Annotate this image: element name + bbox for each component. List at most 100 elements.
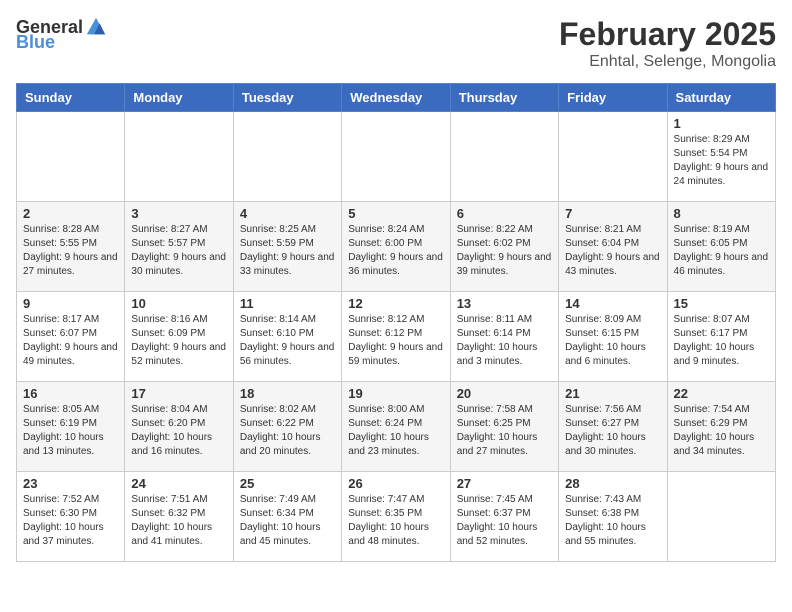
day-number: 23 [23, 476, 118, 491]
day-info: Sunrise: 8:05 AM Sunset: 6:19 PM Dayligh… [23, 403, 118, 459]
calendar-table: SundayMondayTuesdayWednesdayThursdayFrid… [16, 83, 776, 562]
day-number: 2 [23, 206, 118, 221]
calendar-day-cell: 8Sunrise: 8:19 AM Sunset: 6:05 PM Daylig… [667, 202, 775, 292]
day-number: 6 [457, 206, 552, 221]
calendar-day-cell: 20 Sunrise: 7:58 AM Sunset: 6:25 PM Dayli… [450, 382, 558, 472]
calendar-day-cell: 7 Sunrise: 8:21 AM Sunset: 6:04 PM Daylig… [559, 202, 667, 292]
calendar-day-header: Saturday [667, 84, 775, 112]
day-number: 19 [348, 386, 443, 401]
day-info: Sunrise: 8:19 AM Sunset: 6:05 PM Dayligh… [674, 223, 769, 279]
day-info: Sunrise: 8:21 AM Sunset: 6:04 PM Dayligh… [565, 223, 660, 279]
day-number: 14 [565, 296, 660, 311]
day-info: Sunrise: 8:07 AM Sunset: 6:17 PM Dayligh… [674, 313, 769, 369]
day-number: 1 [674, 116, 769, 131]
day-info: Sunrise: 7:54 AM Sunset: 6:29 PM Dayligh… [674, 403, 769, 459]
page-header: General Blue February 2025 Enhtal, Selen… [16, 16, 776, 71]
day-info: Sunrise: 7:51 AM Sunset: 6:32 PM Dayligh… [131, 493, 226, 549]
calendar-day-cell: 15 Sunrise: 8:07 AM Sunset: 6:17 PM Dayli… [667, 292, 775, 382]
calendar-day-header: Friday [559, 84, 667, 112]
day-number: 18 [240, 386, 335, 401]
calendar-day-header: Wednesday [342, 84, 450, 112]
calendar-day-cell [17, 112, 125, 202]
day-number: 15 [674, 296, 769, 311]
day-info: Sunrise: 7:56 AM Sunset: 6:27 PM Dayligh… [565, 403, 660, 459]
calendar-day-cell: 28 Sunrise: 7:43 AM Sunset: 6:38 PM Dayli… [559, 472, 667, 562]
calendar-day-cell: 17 Sunrise: 8:04 AM Sunset: 6:20 PM Dayli… [125, 382, 233, 472]
calendar-day-cell: 25 Sunrise: 7:49 AM Sunset: 6:34 PM Dayli… [233, 472, 341, 562]
day-number: 16 [23, 386, 118, 401]
day-info: Sunrise: 8:14 AM Sunset: 6:10 PM Dayligh… [240, 313, 335, 369]
day-number: 25 [240, 476, 335, 491]
calendar-week-row: 23 Sunrise: 7:52 AM Sunset: 6:30 PM Dayli… [17, 472, 776, 562]
calendar-day-cell: 5 Sunrise: 8:24 AM Sunset: 6:00 PM Daylig… [342, 202, 450, 292]
calendar-day-cell: 10Sunrise: 8:16 AM Sunset: 6:09 PM Dayli… [125, 292, 233, 382]
day-number: 22 [674, 386, 769, 401]
day-info: Sunrise: 8:24 AM Sunset: 6:00 PM Dayligh… [348, 223, 443, 279]
logo: General Blue [16, 16, 107, 53]
calendar-week-row: 2 Sunrise: 8:28 AM Sunset: 5:55 PM Daylig… [17, 202, 776, 292]
subtitle: Enhtal, Selenge, Mongolia [559, 53, 776, 71]
logo-icon [85, 16, 107, 38]
day-info: Sunrise: 7:47 AM Sunset: 6:35 PM Dayligh… [348, 493, 443, 549]
day-number: 4 [240, 206, 335, 221]
calendar-week-row: 16 Sunrise: 8:05 AM Sunset: 6:19 PM Dayli… [17, 382, 776, 472]
calendar-day-cell [125, 112, 233, 202]
calendar-day-cell: 12Sunrise: 8:12 AM Sunset: 6:12 PM Dayli… [342, 292, 450, 382]
calendar-day-cell: 4Sunrise: 8:25 AM Sunset: 5:59 PM Daylig… [233, 202, 341, 292]
day-info: Sunrise: 8:12 AM Sunset: 6:12 PM Dayligh… [348, 313, 443, 369]
calendar-day-cell: 6 Sunrise: 8:22 AM Sunset: 6:02 PM Daylig… [450, 202, 558, 292]
calendar-day-header: Sunday [17, 84, 125, 112]
calendar-day-cell [559, 112, 667, 202]
calendar-day-cell: 18 Sunrise: 8:02 AM Sunset: 6:22 PM Dayli… [233, 382, 341, 472]
calendar-week-row: 9 Sunrise: 8:17 AM Sunset: 6:07 PM Daylig… [17, 292, 776, 382]
day-number: 26 [348, 476, 443, 491]
day-info: Sunrise: 7:58 AM Sunset: 6:25 PM Dayligh… [457, 403, 552, 459]
day-info: Sunrise: 8:09 AM Sunset: 6:15 PM Dayligh… [565, 313, 660, 369]
day-number: 17 [131, 386, 226, 401]
title-block: February 2025 Enhtal, Selenge, Mongolia [559, 16, 776, 71]
calendar-day-cell: 9 Sunrise: 8:17 AM Sunset: 6:07 PM Daylig… [17, 292, 125, 382]
calendar-header-row: SundayMondayTuesdayWednesdayThursdayFrid… [17, 84, 776, 112]
day-info: Sunrise: 8:04 AM Sunset: 6:20 PM Dayligh… [131, 403, 226, 459]
calendar-day-cell: 24 Sunrise: 7:51 AM Sunset: 6:32 PM Dayli… [125, 472, 233, 562]
main-title: February 2025 [559, 16, 776, 53]
day-info: Sunrise: 7:43 AM Sunset: 6:38 PM Dayligh… [565, 493, 660, 549]
calendar-day-cell: 19 Sunrise: 8:00 AM Sunset: 6:24 PM Dayli… [342, 382, 450, 472]
day-info: Sunrise: 8:11 AM Sunset: 6:14 PM Dayligh… [457, 313, 552, 369]
day-number: 9 [23, 296, 118, 311]
calendar-day-header: Tuesday [233, 84, 341, 112]
calendar-day-cell: 11 Sunrise: 8:14 AM Sunset: 6:10 PM Dayli… [233, 292, 341, 382]
day-number: 20 [457, 386, 552, 401]
day-info: Sunrise: 7:49 AM Sunset: 6:34 PM Dayligh… [240, 493, 335, 549]
day-info: Sunrise: 8:00 AM Sunset: 6:24 PM Dayligh… [348, 403, 443, 459]
day-number: 11 [240, 296, 335, 311]
calendar-day-cell: 16 Sunrise: 8:05 AM Sunset: 6:19 PM Dayli… [17, 382, 125, 472]
day-info: Sunrise: 7:52 AM Sunset: 6:30 PM Dayligh… [23, 493, 118, 549]
calendar-day-header: Monday [125, 84, 233, 112]
day-number: 28 [565, 476, 660, 491]
calendar-day-cell: 2 Sunrise: 8:28 AM Sunset: 5:55 PM Daylig… [17, 202, 125, 292]
calendar-day-cell: 22 Sunrise: 7:54 AM Sunset: 6:29 PM Dayli… [667, 382, 775, 472]
calendar-day-cell: 23 Sunrise: 7:52 AM Sunset: 6:30 PM Dayli… [17, 472, 125, 562]
day-number: 5 [348, 206, 443, 221]
day-info: Sunrise: 8:17 AM Sunset: 6:07 PM Dayligh… [23, 313, 118, 369]
day-info: Sunrise: 8:28 AM Sunset: 5:55 PM Dayligh… [23, 223, 118, 279]
calendar-day-cell: 14 Sunrise: 8:09 AM Sunset: 6:15 PM Dayli… [559, 292, 667, 382]
day-number: 27 [457, 476, 552, 491]
day-number: 7 [565, 206, 660, 221]
calendar-day-cell: 27Sunrise: 7:45 AM Sunset: 6:37 PM Dayli… [450, 472, 558, 562]
day-number: 24 [131, 476, 226, 491]
day-number: 10 [131, 296, 226, 311]
day-info: Sunrise: 8:02 AM Sunset: 6:22 PM Dayligh… [240, 403, 335, 459]
calendar-day-cell [233, 112, 341, 202]
calendar-day-cell: 13Sunrise: 8:11 AM Sunset: 6:14 PM Dayli… [450, 292, 558, 382]
logo-text-blue: Blue [16, 32, 55, 53]
calendar-day-cell: 1Sunrise: 8:29 AM Sunset: 5:54 PM Daylig… [667, 112, 775, 202]
calendar-day-cell [667, 472, 775, 562]
calendar-week-row: 1Sunrise: 8:29 AM Sunset: 5:54 PM Daylig… [17, 112, 776, 202]
calendar-day-cell: 21Sunrise: 7:56 AM Sunset: 6:27 PM Dayli… [559, 382, 667, 472]
calendar-day-cell: 3Sunrise: 8:27 AM Sunset: 5:57 PM Daylig… [125, 202, 233, 292]
day-number: 3 [131, 206, 226, 221]
day-info: Sunrise: 8:22 AM Sunset: 6:02 PM Dayligh… [457, 223, 552, 279]
calendar-day-cell [450, 112, 558, 202]
